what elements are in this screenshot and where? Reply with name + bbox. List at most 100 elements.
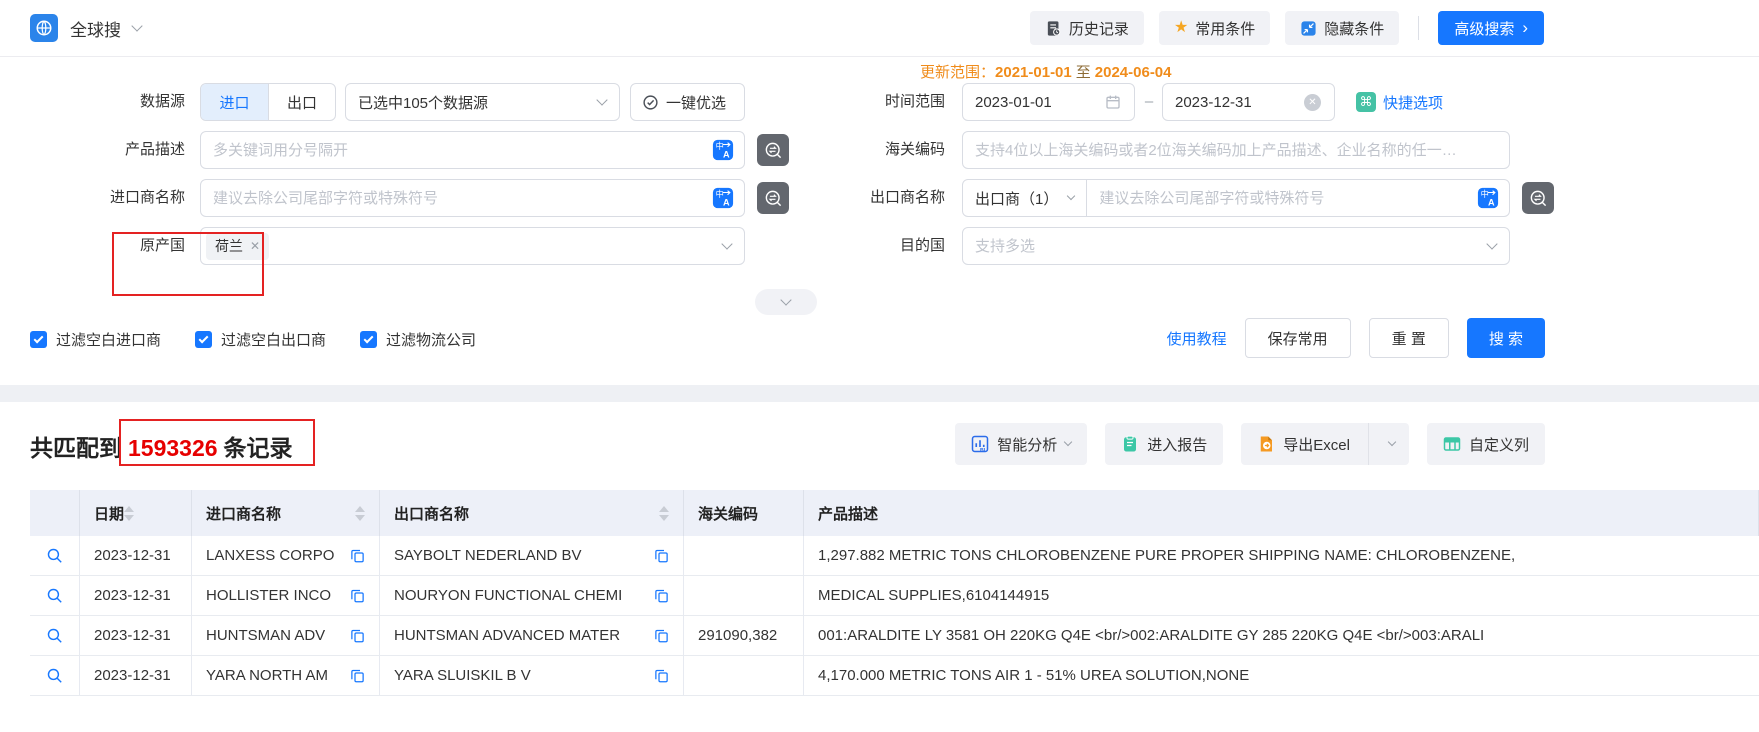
- hs-code-input[interactable]: [963, 132, 1509, 168]
- exporter-field[interactable]: 出口商（1） 中A: [962, 179, 1510, 217]
- one-click-optimize-button[interactable]: 一键优选: [630, 83, 745, 121]
- sort-icon[interactable]: [355, 505, 365, 521]
- importer-cell: LANXESS CORPO: [192, 536, 380, 575]
- header-hs-code: 海关编码: [684, 490, 804, 536]
- translate-icon[interactable]: 中A: [712, 139, 744, 161]
- translate-icon[interactable]: 中A: [1477, 187, 1509, 209]
- sort-icon[interactable]: [124, 505, 135, 521]
- data-source-selected-value: 已选中105个数据源: [358, 94, 489, 112]
- history-button[interactable]: 历史记录: [1029, 11, 1144, 45]
- magnifier-icon[interactable]: [46, 627, 63, 644]
- fuzzy-match-toggle-icon[interactable]: [1522, 182, 1554, 214]
- save-conditions-button[interactable]: 保存常用: [1244, 318, 1351, 358]
- exporter-input[interactable]: [1087, 180, 1477, 216]
- filter-blank-importer-checkbox[interactable]: 过滤空白进口商: [30, 329, 161, 350]
- results-table: 日期 进口商名称 出口商名称 海关编码 产品描述 2023-12-31 LANX…: [30, 490, 1759, 696]
- product-cell: 1,297.882 METRIC TONS CHLOROBENZENE PURE…: [818, 547, 1516, 564]
- header-importer[interactable]: 进口商名称: [192, 490, 380, 536]
- copy-icon[interactable]: [654, 548, 669, 563]
- exporter-label: 出口商名称: [869, 189, 945, 206]
- magnifier-icon[interactable]: [46, 667, 63, 684]
- copy-icon[interactable]: [350, 628, 365, 643]
- date-from-input[interactable]: [963, 84, 1092, 120]
- results-count: 1593326: [128, 435, 218, 461]
- magnifier-icon[interactable]: [46, 587, 63, 604]
- tab-export[interactable]: 出口: [268, 84, 335, 120]
- update-range-label: 更新范围：: [920, 64, 996, 81]
- destination-country-select[interactable]: [962, 227, 1510, 265]
- destination-country-label: 目的国: [899, 237, 945, 254]
- origin-country-select[interactable]: 荷兰 ✕: [200, 227, 745, 265]
- time-range-label: 时间范围: [884, 93, 945, 110]
- hs-code-cell: [684, 576, 804, 615]
- copy-icon[interactable]: [350, 668, 365, 683]
- header-date[interactable]: 日期: [80, 490, 192, 536]
- importer-cell: YARA NORTH AM: [192, 656, 380, 695]
- favorites-button[interactable]: ★ 常用条件: [1158, 11, 1271, 45]
- app-switch-chevron-down-icon[interactable]: [131, 20, 143, 32]
- quick-options-link[interactable]: ⌘ 快捷选项: [1356, 83, 1443, 121]
- tutorial-link[interactable]: 使用教程: [1167, 328, 1227, 349]
- origin-country-tag-label: 荷兰: [215, 238, 243, 254]
- enter-report-button[interactable]: 进入报告: [1105, 423, 1224, 465]
- custom-columns-button[interactable]: 自定义列: [1426, 423, 1545, 465]
- translate-icon[interactable]: 中A: [712, 187, 744, 209]
- hs-code-field[interactable]: [962, 131, 1510, 169]
- origin-country-label: 原产国: [139, 237, 185, 254]
- remove-tag-icon[interactable]: ✕: [250, 239, 260, 253]
- row-detail-cell: [30, 536, 80, 575]
- smart-analysis-button[interactable]: BI 智能分析: [955, 423, 1088, 465]
- destination-country-input[interactable]: [963, 228, 1475, 264]
- hide-conditions-button[interactable]: 隐藏条件: [1285, 11, 1400, 45]
- svg-text:A: A: [723, 149, 730, 159]
- origin-country-tag: 荷兰 ✕: [206, 232, 270, 260]
- exporter-type-select[interactable]: 出口商（1）: [963, 180, 1088, 216]
- exporter-type-value: 出口商（1）: [975, 190, 1059, 208]
- filter-label: 过滤空白出口商: [221, 332, 327, 349]
- advanced-search-button[interactable]: 高级搜索 ›: [1438, 11, 1544, 45]
- product-desc-field[interactable]: 中A: [200, 131, 745, 169]
- sort-icon[interactable]: [659, 505, 669, 521]
- product-desc-input[interactable]: [201, 132, 712, 168]
- magnifier-icon[interactable]: [46, 547, 63, 564]
- smart-analysis-label: 智能分析: [997, 436, 1058, 454]
- date-cell: 2023-12-31: [80, 616, 192, 655]
- results-prefix: 共匹配到: [30, 435, 122, 461]
- date-to-field[interactable]: ✕: [1162, 83, 1335, 121]
- reset-button[interactable]: 重 置: [1368, 318, 1449, 358]
- importer-input[interactable]: [201, 180, 712, 216]
- copy-icon[interactable]: [350, 588, 365, 603]
- tab-import[interactable]: 进口: [201, 84, 268, 120]
- product-cell: 001:ARALDITE LY 3581 OH 220KG Q4E <br/>0…: [818, 627, 1485, 644]
- app-logo-globe-icon[interactable]: [30, 14, 58, 42]
- row-detail-cell: [30, 576, 80, 615]
- copy-icon[interactable]: [654, 588, 669, 603]
- date-to-input[interactable]: [1163, 84, 1291, 120]
- chevron-down-icon: [1064, 437, 1073, 447]
- header-exporter[interactable]: 出口商名称: [380, 490, 684, 536]
- enter-report-label: 进入报告: [1147, 436, 1208, 454]
- filter-logistics-checkbox[interactable]: 过滤物流公司: [360, 329, 476, 350]
- section-divider: [0, 385, 1759, 402]
- copy-icon[interactable]: [654, 628, 669, 643]
- checkbox-checked-icon: [360, 331, 378, 348]
- advanced-search-label: 高级搜索: [1454, 20, 1515, 38]
- data-source-select[interactable]: 已选中105个数据源: [345, 83, 620, 121]
- product-cell: MEDICAL SUPPLIES,6104144915: [818, 587, 1050, 604]
- copy-icon[interactable]: [350, 548, 365, 563]
- excel-export-icon: [1257, 435, 1275, 453]
- export-options-chevron[interactable]: [1379, 437, 1409, 447]
- filter-blank-exporter-checkbox[interactable]: 过滤空白出口商: [195, 329, 326, 350]
- quick-options-label: 快捷选项: [1383, 94, 1444, 112]
- date-from-field[interactable]: [962, 83, 1135, 121]
- table-row: 2023-12-31 YARA NORTH AM YARA SLUISKIL B…: [30, 656, 1759, 696]
- fuzzy-match-toggle-icon[interactable]: [757, 182, 789, 214]
- importer-field[interactable]: 中A: [200, 179, 745, 217]
- export-excel-button[interactable]: 导出Excel: [1241, 423, 1409, 465]
- table-row: 2023-12-31 HUNTSMAN ADV HUNTSMAN ADVANCE…: [30, 616, 1759, 656]
- copy-icon[interactable]: [654, 668, 669, 683]
- clear-date-icon[interactable]: ✕: [1304, 93, 1321, 111]
- search-button[interactable]: 搜 索: [1466, 318, 1545, 358]
- collapse-form-button[interactable]: [755, 289, 817, 315]
- fuzzy-match-toggle-icon[interactable]: [757, 134, 789, 166]
